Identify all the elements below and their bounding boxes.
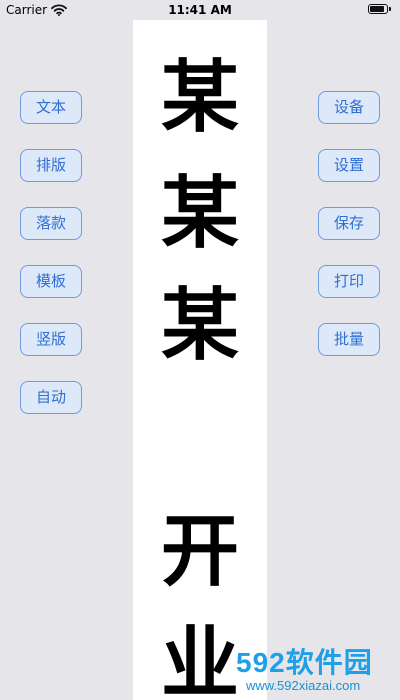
text-button[interactable]: 文本 — [20, 91, 82, 124]
settings-button[interactable]: 设置 — [318, 149, 380, 182]
status-time: 11:41 AM — [168, 3, 232, 17]
canvas-character: 某 — [160, 52, 239, 143]
canvas-character: 某 — [160, 168, 239, 259]
battery-icon — [368, 4, 392, 15]
auto-button[interactable]: 自动 — [20, 381, 82, 414]
calligraphy-canvas[interactable]: 某 某 某 开 业 — [133, 20, 267, 700]
signature-button[interactable]: 落款 — [20, 207, 82, 240]
vertical-button[interactable]: 竖版 — [20, 323, 82, 356]
print-button[interactable]: 打印 — [318, 265, 380, 298]
watermark-url: www.592xiazai.com — [246, 678, 361, 693]
canvas-character: 开 — [160, 506, 239, 597]
watermark: 592软件园 www.592xiazai.com — [236, 641, 396, 697]
device-button[interactable]: 设备 — [318, 91, 380, 124]
layout-button[interactable]: 排版 — [20, 149, 82, 182]
status-bar: Carrier 11:41 AM — [0, 0, 400, 20]
watermark-logo-text: 592软件园 — [236, 647, 373, 678]
save-button[interactable]: 保存 — [318, 207, 380, 240]
template-button[interactable]: 模板 — [20, 265, 82, 298]
batch-button[interactable]: 批量 — [318, 323, 380, 356]
canvas-character: 某 — [160, 280, 239, 371]
